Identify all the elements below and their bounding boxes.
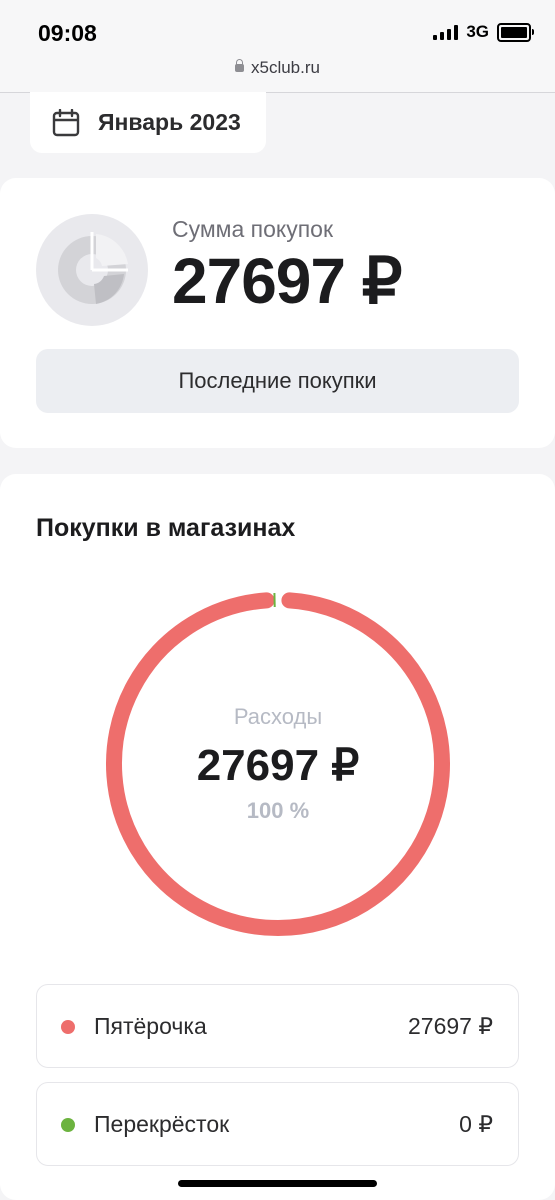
store-row-pyaterochka[interactable]: Пятёрочка 27697 ₽	[36, 984, 519, 1068]
store-color-dot	[61, 1118, 75, 1132]
status-bar: 09:08 3G x5club.ru	[0, 0, 555, 93]
recent-purchases-button[interactable]: Последние покупки	[36, 349, 519, 413]
donut-center-percent: 100 %	[246, 798, 310, 823]
status-icons: 3G	[433, 22, 534, 42]
address-bar[interactable]: x5club.ru	[0, 58, 555, 78]
battery-icon	[497, 22, 534, 42]
home-indicator[interactable]	[178, 1180, 377, 1187]
purchase-summary-card: Сумма покупок 27697 ₽ Последние покупки	[0, 178, 555, 448]
store-row-perekrestok[interactable]: Перекрёсток 0 ₽	[36, 1082, 519, 1166]
network-type: 3G	[466, 22, 489, 41]
donut-center-value: 27697 ₽	[196, 741, 360, 790]
store-name: Перекрёсток	[94, 1111, 230, 1137]
shops-card: Покупки в магазинах Расходы 27697 ₽ 100 …	[0, 474, 555, 1200]
period-label: Январь 2023	[98, 109, 241, 135]
url-text: x5club.ru	[251, 58, 320, 77]
store-color-dot	[61, 1020, 75, 1034]
signal-icon	[433, 24, 459, 40]
lock-icon	[235, 59, 244, 72]
sum-value: 27697 ₽	[172, 245, 402, 317]
sum-label: Сумма покупок	[172, 216, 334, 242]
store-name: Пятёрочка	[94, 1013, 207, 1039]
pie-chart-icon	[36, 214, 148, 326]
donut-center: Расходы 27697 ₽ 100 %	[100, 586, 456, 942]
donut-center-label: Расходы	[233, 704, 323, 729]
calendar-icon	[52, 108, 80, 136]
store-amount: 0 ₽	[459, 1111, 493, 1137]
shops-title: Покупки в магазинах	[36, 514, 296, 542]
period-selector[interactable]: Январь 2023	[30, 92, 266, 153]
store-amount: 27697 ₽	[408, 1013, 493, 1039]
status-time: 09:08	[38, 20, 97, 46]
